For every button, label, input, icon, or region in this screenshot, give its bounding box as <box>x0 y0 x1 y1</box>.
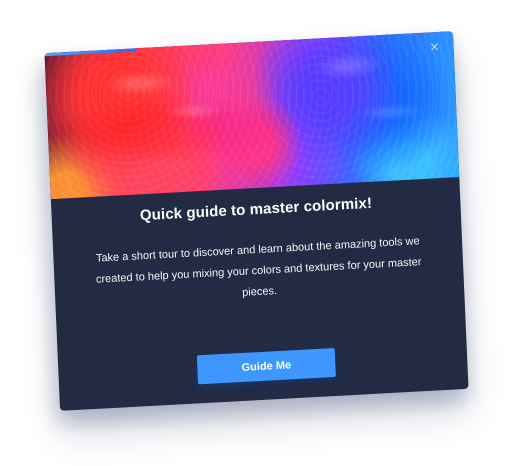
guide-me-button[interactable]: Guide Me <box>196 347 336 385</box>
onboarding-stage: × Quick guide to master colormix! Take a… <box>0 0 513 466</box>
close-icon[interactable]: × <box>426 39 443 57</box>
onboarding-dialog: × Quick guide to master colormix! Take a… <box>44 31 469 411</box>
dialog-content: Quick guide to master colormix! Take a s… <box>51 177 469 411</box>
dialog-description: Take a short tour to discover and learn … <box>95 235 422 299</box>
tour-progress-indicator <box>44 48 137 57</box>
hero-image: × <box>44 31 460 200</box>
